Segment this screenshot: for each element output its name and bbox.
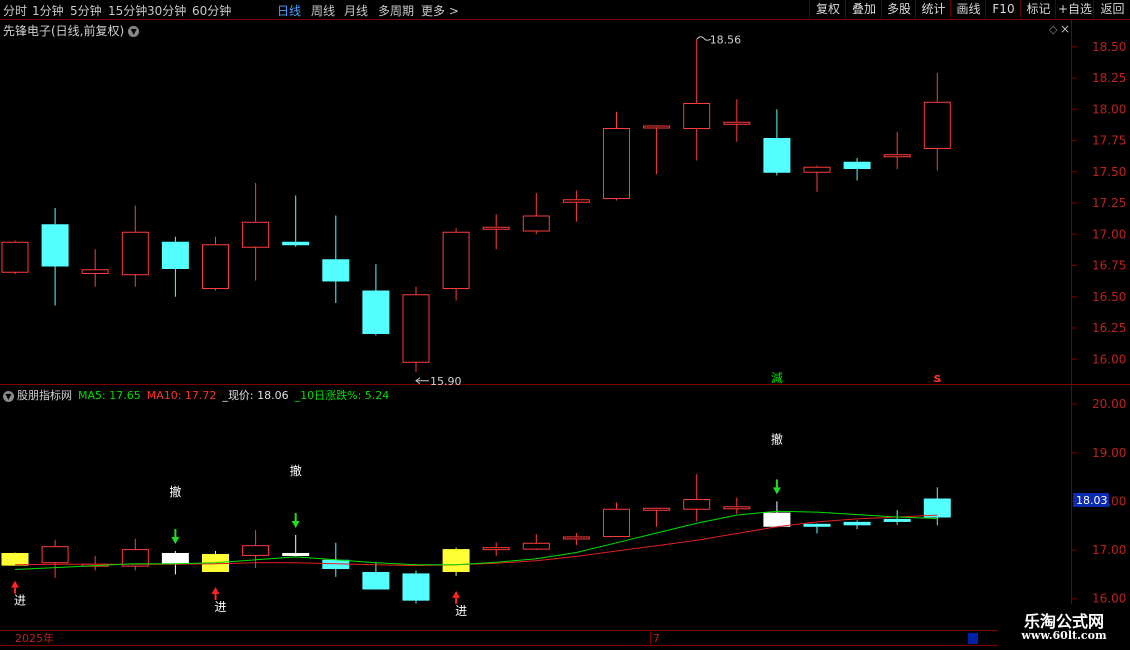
price-candle-body bbox=[843, 161, 871, 169]
down-arrow-icon bbox=[772, 487, 781, 495]
price-candle-body bbox=[81, 269, 109, 274]
diamond-icon: ◇ bbox=[1049, 23, 1058, 36]
ind-candle-body bbox=[442, 549, 470, 572]
price-candle-body bbox=[522, 215, 550, 232]
ind-candle-body bbox=[362, 571, 390, 590]
ind-candle-body bbox=[1, 552, 29, 566]
indicator-axis: 20.0019.0018.0017.0016.0018.03 bbox=[1071, 397, 1126, 606]
price-candle-body bbox=[242, 221, 270, 248]
price-candle-body bbox=[161, 241, 189, 269]
price-candle-body bbox=[683, 103, 711, 129]
indicator-axis-label: 19.00 bbox=[1092, 446, 1126, 460]
ind-candle-body bbox=[923, 498, 951, 518]
price-candle-body bbox=[1, 241, 29, 273]
signal-sell: s bbox=[934, 371, 941, 385]
price-candle-body bbox=[562, 199, 590, 203]
signal-che: 撤 bbox=[290, 463, 302, 478]
up-arrow-icon bbox=[11, 580, 19, 588]
ind-candle-body bbox=[883, 518, 911, 522]
ind-candle-body bbox=[683, 499, 711, 510]
ind-candle-body bbox=[242, 545, 270, 556]
ind-candle-body bbox=[402, 573, 430, 601]
down-arrow-icon bbox=[171, 537, 180, 545]
signal-che: 撤 bbox=[169, 484, 181, 499]
low-label: 15.90 bbox=[430, 375, 462, 388]
indicator-axis-label: 17.00 bbox=[1092, 543, 1126, 557]
indicator-axis-label: 20.00 bbox=[1092, 397, 1126, 411]
price-axis-label: 17.00 bbox=[1092, 227, 1126, 241]
price-candles bbox=[1, 39, 951, 372]
signal-jin: 进 bbox=[14, 594, 26, 608]
price-candle-body bbox=[121, 231, 149, 276]
ind-candle-body bbox=[482, 547, 510, 551]
price-candle-body bbox=[362, 290, 390, 334]
price-candle-body bbox=[41, 224, 69, 267]
watermark-url: www.60lt.com bbox=[1021, 629, 1107, 642]
price-candle-body bbox=[202, 244, 229, 289]
timeline-month: 7 bbox=[653, 632, 660, 645]
price-axis-label: 16.25 bbox=[1092, 321, 1126, 335]
high-marker bbox=[696, 36, 711, 41]
price-axis-label: 17.75 bbox=[1092, 134, 1126, 148]
signal-jian: 減 bbox=[771, 370, 783, 385]
ind-candle-body bbox=[643, 507, 671, 511]
price-axis-label: 18.25 bbox=[1092, 71, 1126, 85]
price-axis-label: 18.50 bbox=[1092, 40, 1126, 54]
chart-area[interactable]: ◇ × 18.50 18.25 18.00 17.75 17.50 17.25 17.00 16… bbox=[0, 0, 1130, 650]
timeline-year: 2025年 bbox=[15, 631, 54, 645]
watermark: 乐淘公式网 www.60lt.com bbox=[998, 604, 1130, 650]
price-axis-label: 16.50 bbox=[1092, 290, 1126, 304]
current-price-label: 18.03 bbox=[1076, 494, 1108, 507]
close-icon: × bbox=[1060, 22, 1070, 36]
price-axis-label: 17.50 bbox=[1092, 165, 1126, 179]
price-candle-body bbox=[603, 128, 630, 199]
ind-candle-body bbox=[723, 506, 751, 510]
price-candle-body bbox=[763, 138, 791, 173]
timeline: 2025年 7 bbox=[15, 631, 978, 645]
signal-jin: 进 bbox=[214, 600, 226, 614]
ind-candle-body bbox=[41, 546, 69, 564]
ind-candle-body bbox=[803, 523, 831, 527]
down-arrow-icon bbox=[291, 520, 300, 528]
indicator-candles bbox=[1, 474, 951, 604]
price-candle-body bbox=[482, 226, 510, 230]
moving-averages bbox=[14, 510, 938, 570]
signal-che: 撤 bbox=[771, 431, 783, 446]
ma5-line bbox=[14, 510, 938, 570]
ind-candle-body bbox=[522, 542, 550, 550]
price-candle-body bbox=[803, 166, 831, 173]
up-arrow-icon bbox=[211, 586, 220, 594]
up-arrow-icon bbox=[452, 590, 461, 598]
price-candle-body bbox=[723, 121, 751, 125]
price-axis: 18.50 18.25 18.00 17.75 17.50 17.25 17.00 16.75… bbox=[1071, 40, 1126, 366]
price-candle-body bbox=[923, 101, 951, 149]
price-axis-label: 18.00 bbox=[1092, 102, 1126, 116]
ind-candle-body bbox=[562, 536, 590, 540]
ind-candle-body bbox=[161, 552, 189, 565]
price-candle-body bbox=[442, 231, 470, 289]
price-candle-body bbox=[883, 154, 911, 158]
signal-jin: 进 bbox=[455, 604, 467, 618]
price-candle-body bbox=[643, 125, 671, 129]
timeline-scroll-thumb bbox=[968, 633, 978, 644]
ma10-line bbox=[14, 514, 938, 567]
price-axis-label: 16.00 bbox=[1092, 352, 1126, 366]
ind-candle-body bbox=[843, 521, 871, 526]
signals: 撤撤撤进进进減 s bbox=[11, 370, 942, 618]
price-candle-body bbox=[402, 294, 430, 363]
ind-candle-body bbox=[603, 508, 630, 537]
ind-candle-body bbox=[763, 512, 791, 527]
price-candle-body bbox=[322, 259, 350, 282]
high-label: 18.56 bbox=[710, 33, 742, 46]
price-axis-label: 16.75 bbox=[1092, 259, 1126, 273]
ind-candle-body bbox=[322, 559, 350, 570]
annotations: 18.56 15.90 bbox=[415, 33, 742, 388]
ind-candle-body bbox=[282, 552, 310, 556]
price-candle-body bbox=[282, 241, 310, 246]
price-axis-label: 17.25 bbox=[1092, 196, 1126, 210]
